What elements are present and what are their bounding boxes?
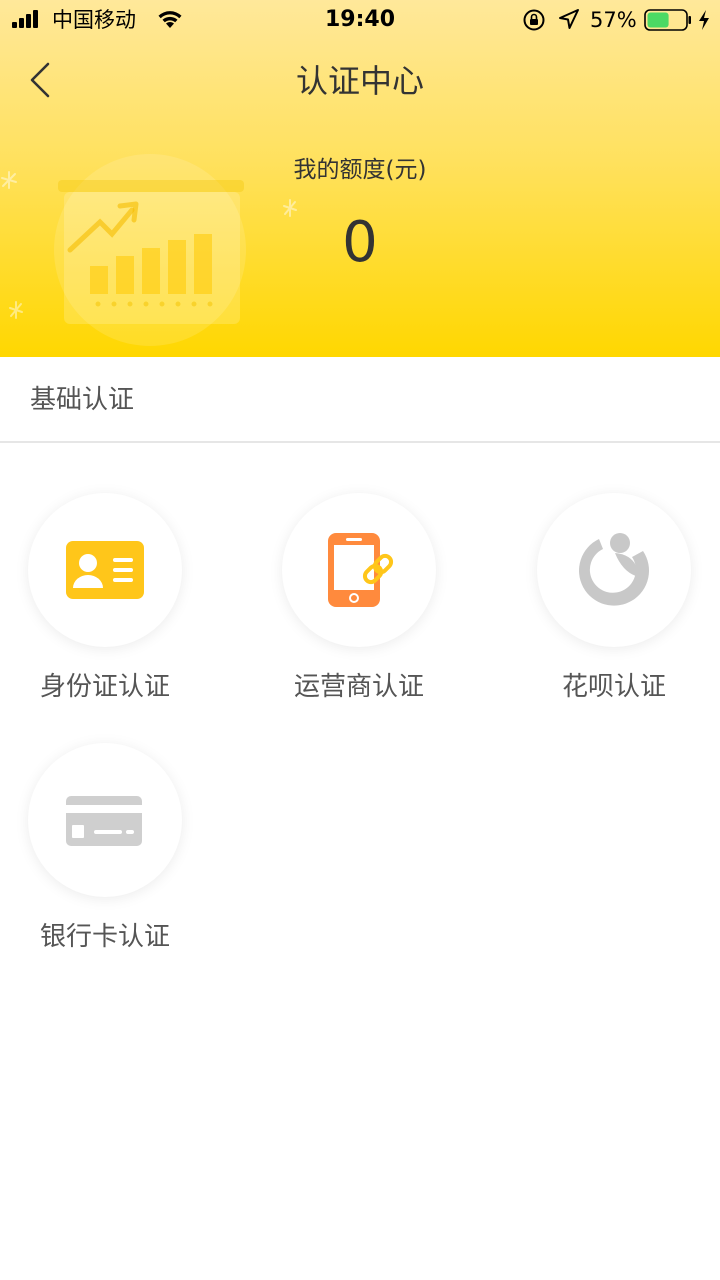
carrier-auth-circle[interactable] [282, 493, 436, 647]
section-title: 基础认证 [30, 385, 135, 415]
id-card-icon [66, 541, 144, 599]
bank-card-auth-item[interactable]: 银行卡认证 [0, 743, 240, 973]
page-title: 认证中心 [295, 62, 424, 100]
quota-value: 0 [342, 210, 378, 275]
battery-icon [644, 9, 691, 31]
huabei-auth-circle[interactable] [537, 493, 691, 647]
bank-card-auth-label: 银行卡认证 [39, 922, 170, 952]
id-card-auth-circle[interactable] [28, 493, 182, 647]
status-bar: 中国移动 19:40 57% [0, 0, 720, 40]
id-card-auth-item[interactable]: 身份证认证 [0, 493, 240, 723]
charging-bolt-icon [699, 10, 709, 30]
huabei-auth-label: 花呗认证 [561, 672, 666, 702]
phone-link-icon [328, 533, 394, 607]
section-divider [0, 441, 720, 443]
huabei-icon [579, 533, 650, 606]
location-arrow-icon [559, 9, 579, 29]
bank-card-icon [66, 796, 142, 846]
rotation-lock-icon [523, 9, 545, 31]
header-banner: 中国移动 19:40 57% 认证中心 我的额度(元) 0 [0, 0, 720, 357]
id-card-auth-label: 身份证认证 [39, 672, 170, 702]
battery-percent: 57% [590, 8, 637, 32]
carrier-auth-label: 运营商认证 [293, 672, 424, 702]
quota-label: 我的额度(元) [293, 157, 427, 183]
bank-card-auth-circle[interactable] [28, 743, 182, 897]
huabei-auth-item[interactable]: 花呗认证 [509, 493, 720, 723]
carrier-auth-item[interactable]: 运营商认证 [254, 493, 494, 723]
